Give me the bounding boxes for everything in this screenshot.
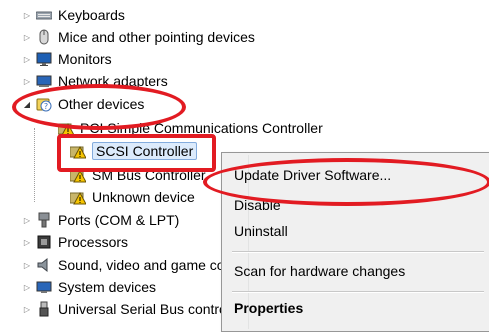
expand-arrow-icon[interactable]: ▷ [22,32,32,42]
monitor-icon [36,51,52,67]
tree-connector-line [34,128,35,202]
tree-item-mice[interactable]: ▷ Mice and other pointing devices [22,27,255,47]
highlight-scsi-controller [57,134,216,172]
expand-arrow-icon[interactable]: ▷ [22,76,32,86]
tree-item-label: Monitors [58,51,112,67]
menu-item-uninstall[interactable]: Uninstall [234,219,288,243]
expand-arrow-icon[interactable]: ▷ [22,215,32,225]
tree-item-monitors[interactable]: ▷ Monitors [22,49,112,69]
tree-item-system-devices[interactable]: ▷ System devices [22,277,156,297]
tree-item-label: Processors [58,234,129,250]
warning-device-icon [70,189,86,205]
tree-item-label: Ports (COM & LPT) [58,212,180,228]
tree-item-unknown-device[interactable]: Unknown device [70,187,195,207]
expand-arrow-icon[interactable]: ▷ [22,282,32,292]
tree-item-label: Keyboards [58,7,125,23]
tree-item-usb-controllers[interactable]: ▷ Universal Serial Bus controllers [22,299,253,319]
processor-icon [36,234,52,250]
port-icon [36,212,52,228]
tree-item-label: Unknown device [92,189,195,205]
menu-separator [232,291,484,293]
expand-arrow-icon[interactable]: ▷ [22,54,32,64]
sound-icon [36,257,52,273]
tree-item-processors[interactable]: ▷ Processors [22,232,128,252]
keyboard-icon [36,7,52,23]
usb-icon [36,301,52,317]
highlight-update-driver [203,158,489,206]
mouse-icon [36,29,52,45]
menu-item-properties[interactable]: Properties [234,296,303,320]
tree-item-ports[interactable]: ▷ Ports (COM & LPT) [22,210,179,230]
expand-arrow-icon[interactable]: ▷ [22,304,32,314]
menu-separator [232,251,484,253]
tree-item-keyboards[interactable]: ▷ Keyboards [22,5,125,25]
network-adapter-icon [36,73,52,89]
expand-arrow-icon[interactable]: ▷ [22,260,32,270]
expand-arrow-icon[interactable]: ▷ [22,10,32,20]
tree-item-label: Mice and other pointing devices [58,29,255,45]
expand-arrow-icon[interactable]: ▷ [22,237,32,247]
highlight-other-devices [12,84,186,130]
system-devices-icon [36,279,52,295]
menu-item-scan-hardware[interactable]: Scan for hardware changes [234,259,405,283]
tree-item-label: System devices [58,279,157,295]
